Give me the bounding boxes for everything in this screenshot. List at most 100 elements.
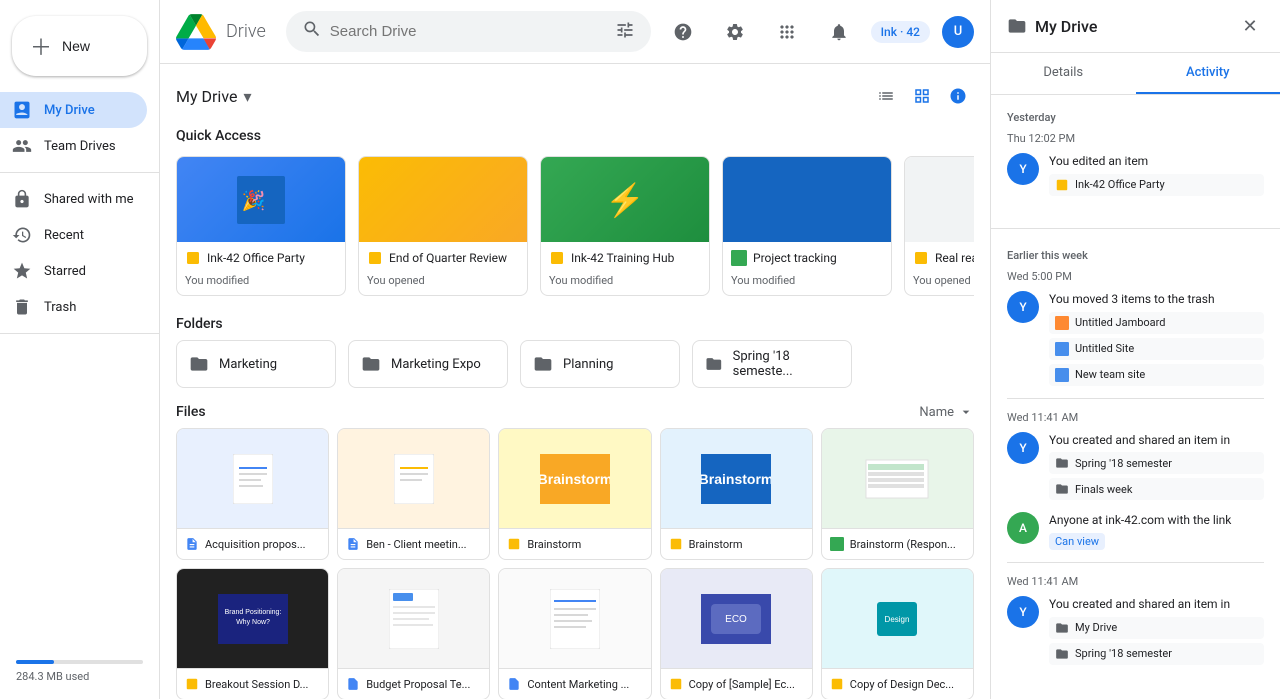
file-name-3: Brainstorm [527,538,581,551]
activity-avatar-3b: A [1007,512,1039,544]
new-button[interactable]: ＋ New [12,16,147,76]
file-name-1: Acquisition propos... [205,538,306,551]
quick-card-project-tracking[interactable]: Project tracking You modified [722,156,892,296]
sidebar-item-shared-with-me[interactable]: Shared with me [0,181,147,217]
files-header: Files Name [176,404,974,420]
quick-card-thumb-5 [905,157,974,242]
apps-button[interactable] [767,12,807,52]
file-thumb-9: ECO [661,569,812,669]
tab-activity[interactable]: Activity [1136,53,1280,94]
sidebar-item-shared-label: Shared with me [44,192,134,207]
storage-fill [16,660,54,664]
user-avatar[interactable]: U [942,16,974,48]
close-icon: ✕ [1242,16,1257,37]
activity-file-3b[interactable]: Finals week [1049,478,1264,500]
brand-pill: Ink · 42 [871,21,930,43]
activity-text-2: You moved 3 items to the trash [1049,291,1264,308]
file-info-2: Ben - Client meetin... [338,529,489,559]
recent-icon [12,225,32,245]
tab-details[interactable]: Details [991,53,1136,94]
activity-file-2b[interactable]: Untitled Site [1049,338,1264,360]
quick-card-name-1: Ink-42 Office Party [207,251,337,265]
grid-view-button[interactable] [906,80,938,112]
activity-text-1: You edited an item [1049,153,1264,170]
activity-file-name-2b: Untitled Site [1075,342,1134,355]
file-ben-client[interactable]: Ben - Client meetin... [337,428,490,560]
sidebar-divider-2 [0,333,159,334]
panel-tabs: Details Activity [991,53,1280,95]
quick-card-training[interactable]: ⚡ Ink-42 Training Hub You modified [540,156,710,296]
help-button[interactable] [663,12,703,52]
file-brainstorm-1[interactable]: Brainstorm Brainstorm [498,428,651,560]
activity-file-name-3a: Spring '18 semester [1075,457,1172,470]
quick-card-info-3: Ink-42 Training Hub [541,242,709,274]
folder-spring-semester[interactable]: Spring '18 semeste... [692,340,852,388]
folder-marketing[interactable]: Marketing [176,340,336,388]
divider-1 [991,228,1280,229]
file-info-5: Brainstorm (Respon... [822,529,973,559]
activity-file-4b[interactable]: Spring '18 semester [1049,643,1264,665]
panel-title-text: My Drive [1035,17,1097,36]
list-view-button[interactable] [870,80,902,112]
search-input[interactable] [330,23,607,40]
file-acquisition-proposal[interactable]: Acquisition propos... [176,428,329,560]
quick-card-end-quarter[interactable]: End of Quarter Review You opened [358,156,528,296]
notifications-button[interactable] [819,12,859,52]
sidebar-item-team-drives[interactable]: Team Drives [0,128,147,164]
activity-file-4a[interactable]: My Drive [1049,617,1264,639]
svg-text:🎉: 🎉 [242,189,266,212]
sidebar-item-starred[interactable]: Starred [0,253,147,289]
sidebar-item-trash[interactable]: Trash [0,289,147,325]
folder-planning[interactable]: Planning [520,340,680,388]
activity-file-3a[interactable]: Spring '18 semester [1049,452,1264,474]
folder-spring-label: Spring '18 semeste... [733,349,839,379]
close-panel-button[interactable]: ✕ [1236,12,1264,40]
file-brainstorm-2[interactable]: Brainstorm Brainstorm [660,428,813,560]
activity-file-2a[interactable]: Untitled Jamboard [1049,312,1264,334]
folder-marketing-expo[interactable]: Marketing Expo [348,340,508,388]
activity-time-4: Wed 11:41 AM [1007,575,1264,588]
sidebar-item-recent[interactable]: Recent [0,217,147,253]
sort-button[interactable]: Name [919,404,974,420]
content-area: My Drive ▾ Quick Access [160,64,990,699]
quick-card-meta-3: You modified [541,274,709,295]
activity-section-yesterday: Yesterday Thu 12:02 PM Y You edited an i… [991,103,1280,216]
panel-title: My Drive [1007,16,1097,36]
file-thumb-4: Brainstorm [661,429,812,529]
search-bar[interactable] [286,11,651,52]
my-drive-title[interactable]: My Drive ▾ [176,87,251,106]
svg-text:Brainstorm: Brainstorm [701,471,771,487]
file-breakout-session[interactable]: Brand Positioning:Why Now? Breakout Sess… [176,568,329,699]
activity-avatar-2: Y [1007,291,1039,323]
sidebar-item-my-drive[interactable]: My Drive [0,92,147,128]
quick-card-name-3: Ink-42 Training Hub [571,251,701,265]
quick-card-info-5: Real real time [905,242,974,274]
activity-text-3: You created and shared an item in [1049,432,1264,449]
activity-file-2c[interactable]: New team site [1049,364,1264,386]
file-copy-design-dec[interactable]: Design Copy of Design Dec... [821,568,974,699]
file-info-6: Breakout Session D... [177,669,328,699]
activity-file-1[interactable]: Ink-42 Office Party [1049,174,1264,196]
search-advanced-icon[interactable] [615,20,635,44]
file-brainstorm-responses[interactable]: Brainstorm (Respon... [821,428,974,560]
info-button[interactable] [942,80,974,112]
new-button-label: New [62,38,90,54]
view-icons [870,80,974,112]
quick-card-ink42-office[interactable]: 🎉 Ink-42 Office Party You modified [176,156,346,296]
file-budget-proposal[interactable]: Budget Proposal Te... [337,568,490,699]
file-content-marketing[interactable]: Content Marketing ... [498,568,651,699]
tab-activity-label: Activity [1186,65,1230,80]
quick-card-real-time[interactable]: Real real time You opened [904,156,974,296]
quick-access-section: Quick Access 🎉 Ink-42 Office Party You m… [176,128,974,304]
activity-time-1: Thu 12:02 PM [1007,132,1264,145]
file-thumb-2 [338,429,489,529]
quick-card-thumb-3: ⚡ [541,157,709,242]
activity-file-name-3b: Finals week [1075,483,1132,496]
folder-marketing-expo-label: Marketing Expo [391,357,481,372]
settings-button[interactable] [715,12,755,52]
files-title: Files [176,404,206,420]
file-name-9: Copy of [Sample] Ec... [689,678,795,691]
my-drive-bar: My Drive ▾ [176,64,974,120]
sidebar-item-team-drives-label: Team Drives [44,139,116,154]
file-copy-sample-eco[interactable]: ECO Copy of [Sample] Ec... [660,568,813,699]
